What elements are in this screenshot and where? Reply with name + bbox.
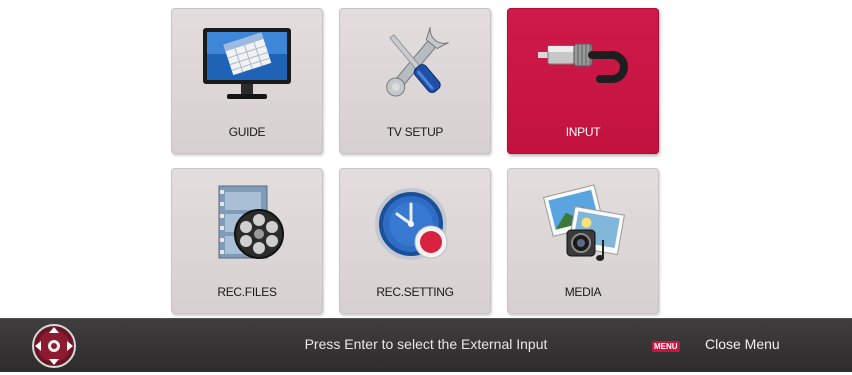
close-menu-label[interactable]: Close Menu: [705, 336, 780, 352]
rec-setting-tile[interactable]: REC.SETTING: [339, 168, 491, 314]
photo-music-media-icon: [507, 182, 659, 268]
guide-label: GUIDE: [228, 125, 266, 139]
rec-setting-label: REC.SETTING: [376, 285, 454, 299]
guide-monitor-icon: [171, 22, 323, 108]
wrench-screwdriver-icon: [339, 22, 491, 108]
clock-record-icon: [339, 182, 491, 268]
media-label: MEDIA: [564, 285, 602, 299]
input-label: INPUT: [565, 125, 601, 139]
menu-key-icon: MENU: [652, 341, 680, 352]
input-tile[interactable]: INPUT: [507, 8, 659, 154]
help-footer-bar: Press Enter to select the External Input…: [0, 318, 852, 372]
av-cable-plug-icon: [507, 22, 659, 108]
film-reel-icon: [171, 182, 323, 268]
tv-setup-label: TV SETUP: [386, 125, 444, 139]
rec-files-label: REC.FILES: [217, 285, 277, 299]
rec-files-tile[interactable]: REC.FILES: [171, 168, 323, 314]
media-tile[interactable]: MEDIA: [507, 168, 659, 314]
guide-tile[interactable]: GUIDE: [171, 8, 323, 154]
main-menu-grid: GUIDE TV SETUP INPUT REC.FILES REC.SETTI…: [0, 0, 852, 318]
tv-setup-tile[interactable]: TV SETUP: [339, 8, 491, 154]
